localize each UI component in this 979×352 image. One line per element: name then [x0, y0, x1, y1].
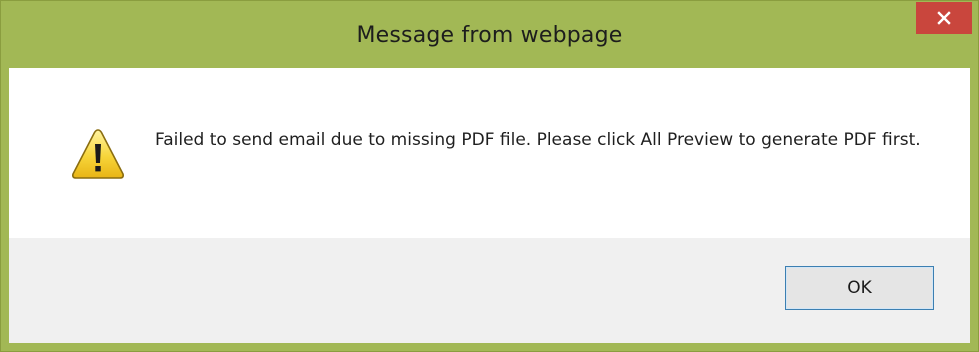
title-bar[interactable]: Message from webpage [1, 1, 978, 68]
dialog-body: Failed to send email due to missing PDF … [9, 68, 970, 343]
dialog-window: Message from webpage Failed to send emai… [0, 0, 979, 352]
button-bar: OK [9, 238, 970, 343]
dialog-title: Message from webpage [356, 23, 623, 48]
close-button[interactable] [916, 2, 972, 34]
ok-button[interactable]: OK [785, 266, 934, 310]
close-icon [937, 11, 951, 25]
message-text: Failed to send email due to missing PDF … [155, 130, 921, 150]
message-area: Failed to send email due to missing PDF … [9, 68, 970, 238]
warning-icon [72, 129, 124, 179]
